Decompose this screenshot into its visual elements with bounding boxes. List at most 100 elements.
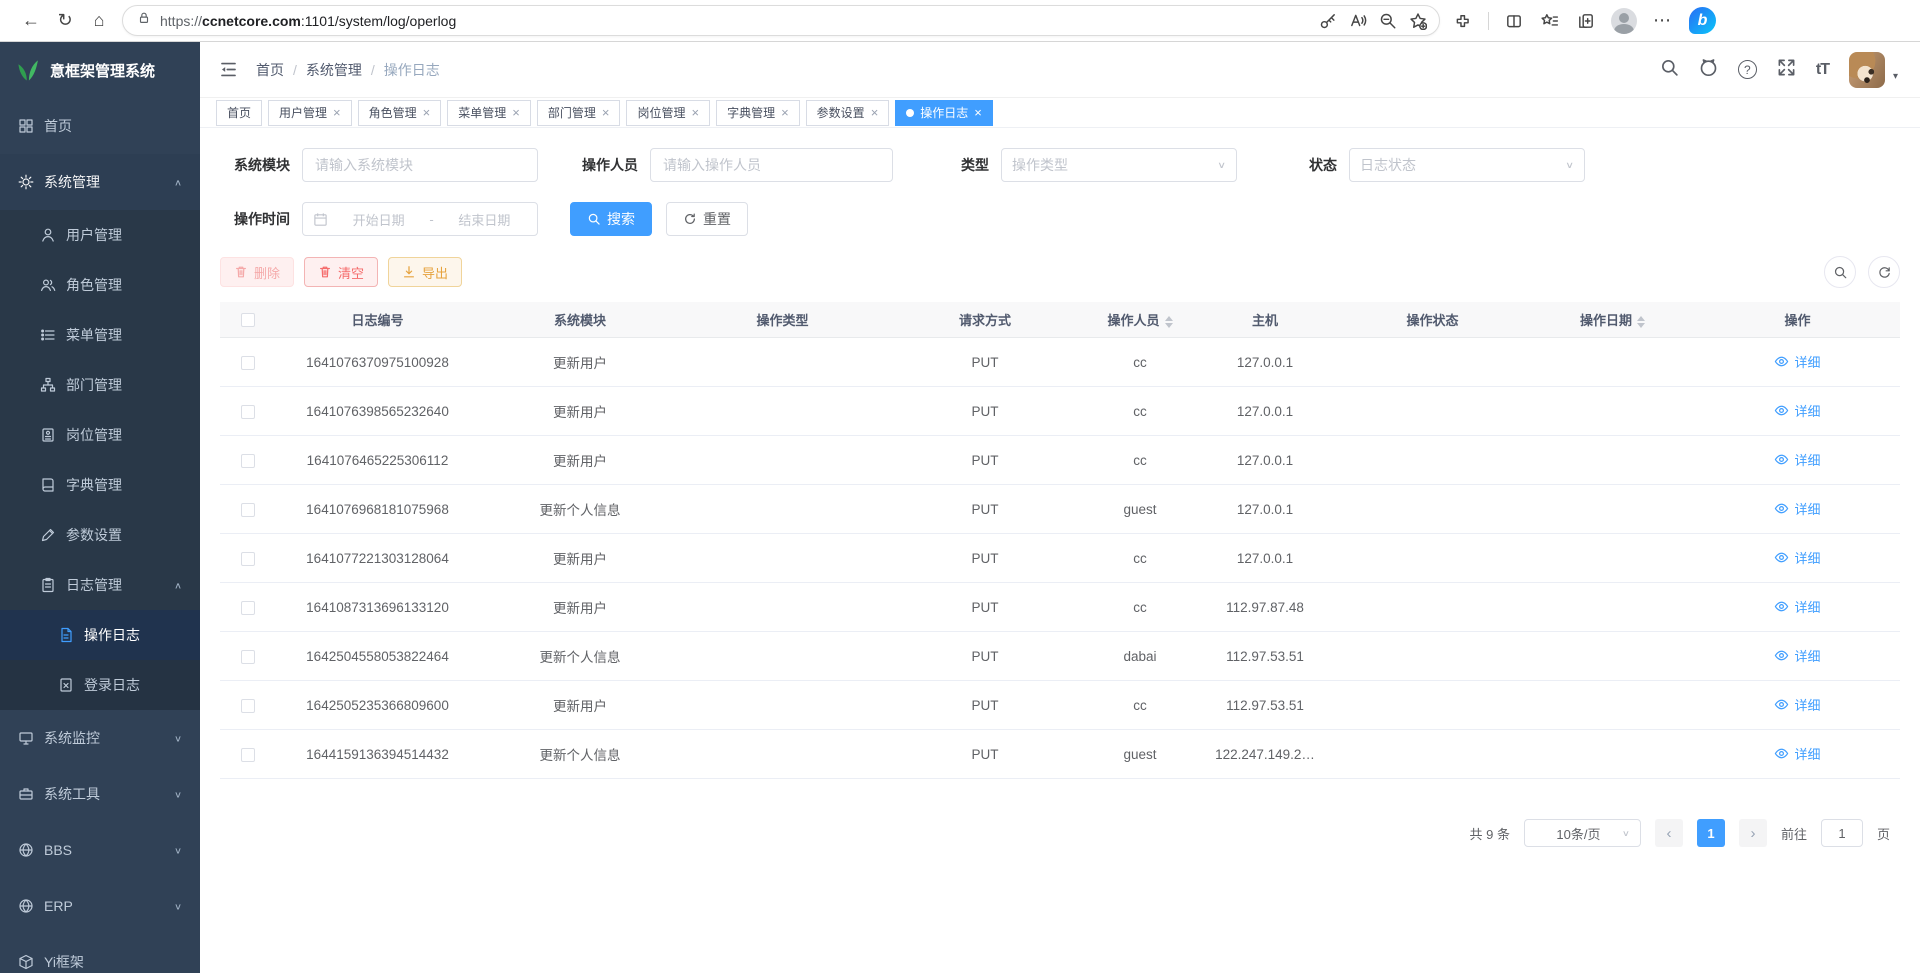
detail-link[interactable]: 详细 [1774, 646, 1820, 665]
sidebar-item-system-monitor[interactable]: 系统监控 ∨ [0, 710, 200, 766]
extensions-puzzle-icon[interactable] [1446, 4, 1480, 38]
sidebar-item-user-management[interactable]: 用户管理 [0, 210, 200, 260]
zoom-out-icon[interactable] [1373, 6, 1403, 36]
prev-page-button[interactable]: ‹ [1655, 819, 1683, 847]
close-icon[interactable]: × [602, 105, 610, 120]
col-operator[interactable]: 操作人员 [1085, 310, 1195, 329]
sidebar-item-operation-log[interactable]: 操作日志 [0, 610, 200, 660]
close-icon[interactable]: × [781, 105, 789, 120]
sidebar-item-home[interactable]: 首页 [0, 98, 200, 154]
address-bar[interactable]: https://ccnetcore.com:1101/system/log/op… [122, 5, 1440, 36]
close-icon[interactable]: × [871, 105, 879, 120]
sidebar-item-param-settings[interactable]: 参数设置 [0, 510, 200, 560]
tab-menu-management[interactable]: 菜单管理× [447, 100, 531, 126]
close-icon[interactable]: × [423, 105, 431, 120]
type-select[interactable]: 操作类型 ∨ [1001, 148, 1237, 182]
date-range-picker[interactable]: 开始日期 - 结束日期 [302, 202, 538, 236]
read-aloud-icon[interactable] [1343, 6, 1373, 36]
row-checkbox[interactable] [241, 650, 255, 664]
tab-department-management[interactable]: 部门管理× [537, 100, 621, 126]
goto-page-input[interactable] [1821, 819, 1863, 847]
select-all-checkbox[interactable] [241, 313, 255, 327]
sidebar-item-post-management[interactable]: 岗位管理 [0, 410, 200, 460]
breadcrumb-system[interactable]: 系统管理 [306, 60, 362, 80]
copilot-icon[interactable]: b [1689, 7, 1716, 34]
tab-role-management[interactable]: 角色管理× [358, 100, 442, 126]
sidebar-item-system-tools[interactable]: 系统工具 ∨ [0, 766, 200, 822]
sidebar-item-bbs[interactable]: BBS ∨ [0, 822, 200, 878]
search-button[interactable]: 搜索 [570, 202, 652, 236]
module-input[interactable] [302, 148, 538, 182]
url-text[interactable]: https://ccnetcore.com:1101/system/log/op… [160, 13, 456, 29]
chevron-up-icon: ∧ [174, 177, 182, 187]
close-icon[interactable]: × [974, 105, 982, 120]
tab-operation-log[interactable]: 操作日志× [895, 100, 993, 126]
collections-icon[interactable] [1569, 4, 1603, 38]
row-checkbox[interactable] [241, 552, 255, 566]
browser-home-button[interactable]: ⌂ [82, 4, 116, 38]
sidebar-item-role-management[interactable]: 角色管理 [0, 260, 200, 310]
refresh-table-icon[interactable] [1868, 256, 1900, 288]
col-date[interactable]: 操作日期 [1530, 310, 1695, 329]
page-size-select[interactable]: 10条/页 ∨ [1524, 819, 1641, 847]
tab-user-management[interactable]: 用户管理× [268, 100, 352, 126]
tab-param-settings[interactable]: 参数设置× [806, 100, 890, 126]
github-icon[interactable] [1699, 58, 1718, 82]
favorite-add-star-icon[interactable] [1403, 6, 1433, 36]
header-search-icon[interactable] [1660, 58, 1679, 82]
row-checkbox[interactable] [241, 405, 255, 419]
sidebar-collapse-icon[interactable] [208, 50, 248, 90]
export-button[interactable]: 导出 [388, 257, 462, 287]
sidebar-item-login-log[interactable]: 登录日志 [0, 660, 200, 710]
fullscreen-icon[interactable] [1777, 58, 1796, 82]
close-icon[interactable]: × [333, 105, 341, 120]
avatar-dropdown-caret[interactable]: ▾ [1893, 71, 1898, 88]
reset-button[interactable]: 重置 [666, 202, 748, 236]
detail-link[interactable]: 详细 [1774, 548, 1820, 567]
split-screen-icon[interactable] [1497, 4, 1531, 38]
close-icon[interactable]: × [512, 105, 520, 120]
detail-link[interactable]: 详细 [1774, 695, 1820, 714]
next-page-button[interactable]: › [1739, 819, 1767, 847]
breadcrumb-home[interactable]: 首页 [256, 60, 284, 80]
sidebar-item-dict-management[interactable]: 字典管理 [0, 460, 200, 510]
detail-link[interactable]: 详细 [1774, 499, 1820, 518]
sidebar-item-erp[interactable]: ERP ∨ [0, 878, 200, 934]
row-checkbox[interactable] [241, 601, 255, 615]
detail-link[interactable]: 详细 [1774, 597, 1820, 616]
browser-more-menu[interactable]: ⋯ [1645, 4, 1679, 38]
detail-link[interactable]: 详细 [1774, 450, 1820, 469]
close-icon[interactable]: × [691, 105, 699, 120]
tab-post-management[interactable]: 岗位管理× [626, 100, 710, 126]
status-select[interactable]: 日志状态 ∨ [1349, 148, 1585, 182]
operator-input[interactable] [650, 148, 893, 182]
row-checkbox[interactable] [241, 356, 255, 370]
detail-link[interactable]: 详细 [1774, 744, 1820, 763]
browser-refresh-button[interactable]: ↻ [48, 4, 82, 38]
sidebar-item-menu-management[interactable]: 菜单管理 [0, 310, 200, 360]
row-checkbox[interactable] [241, 699, 255, 713]
sidebar-item-system-management[interactable]: 系统管理 ∧ [0, 154, 200, 210]
page-number-button[interactable]: 1 [1697, 819, 1725, 847]
sidebar-item-department-management[interactable]: 部门管理 [0, 360, 200, 410]
row-checkbox[interactable] [241, 454, 255, 468]
clear-button[interactable]: 清空 [304, 257, 378, 287]
tab-home[interactable]: 首页 [216, 100, 262, 126]
browser-back-button[interactable]: ← [14, 4, 48, 38]
tab-dict-management[interactable]: 字典管理× [716, 100, 800, 126]
password-key-icon[interactable] [1313, 6, 1343, 36]
favorites-list-icon[interactable] [1533, 4, 1567, 38]
sidebar-item-log-management[interactable]: 日志管理 ∧ [0, 560, 200, 610]
browser-profile-avatar[interactable] [1611, 8, 1637, 34]
operator-label: 操作人员 [568, 155, 638, 175]
detail-link[interactable]: 详细 [1774, 401, 1820, 420]
sidebar-item-yi-framework[interactable]: Yi框架 [0, 934, 200, 973]
delete-button[interactable]: 删除 [220, 257, 294, 287]
row-checkbox[interactable] [241, 748, 255, 762]
help-icon[interactable]: ? [1738, 60, 1757, 79]
show-search-icon[interactable] [1824, 256, 1856, 288]
row-checkbox[interactable] [241, 503, 255, 517]
font-size-icon[interactable]: tT [1816, 61, 1829, 79]
user-avatar[interactable] [1849, 52, 1885, 88]
detail-link[interactable]: 详细 [1774, 352, 1820, 371]
